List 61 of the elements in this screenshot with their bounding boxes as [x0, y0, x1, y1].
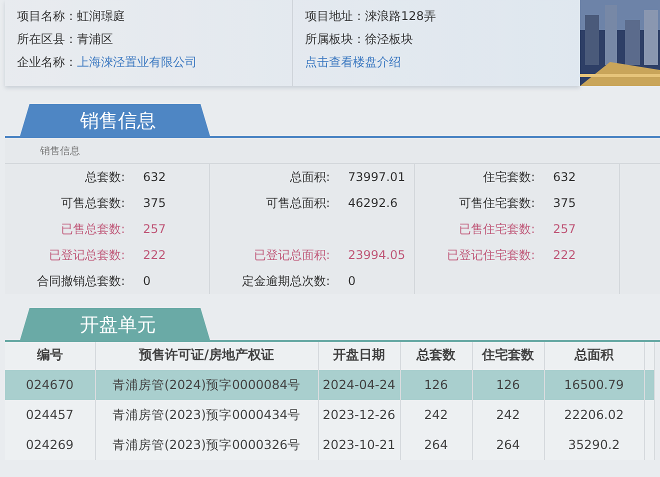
- table-cell: 青浦房管(2023)预字0000326号: [95, 430, 318, 460]
- table-cell: 16500.79: [544, 370, 644, 400]
- field-value: 0: [142, 273, 151, 290]
- field-value: 375: [552, 195, 576, 212]
- field-value: 222: [552, 247, 576, 264]
- field-label: 所在区县：: [17, 31, 77, 48]
- field-label: 总面积:: [288, 169, 331, 186]
- field-value: 222: [142, 247, 166, 264]
- table-cell: 126: [400, 370, 472, 400]
- table-cell: 264: [472, 430, 544, 460]
- field-label: 已登记住宅套数:: [446, 247, 536, 264]
- field-value: 23994.05: [347, 247, 406, 264]
- field-label: 企业名称：: [17, 54, 77, 71]
- table-cell: 2023-10-21: [318, 430, 400, 460]
- field-label: 已售总套数:: [60, 221, 126, 238]
- table-cell: 青浦房管(2024)预字0000084号: [95, 370, 318, 400]
- table-cell: 22206.02: [544, 400, 644, 430]
- table-row[interactable]: 024670 青浦房管(2024)预字0000084号 2024-04-24 126 126 16500.79: [5, 370, 654, 400]
- table-cell: 242: [400, 400, 472, 430]
- field-label: 合同撤销总套数:: [36, 273, 126, 290]
- field-value: 257: [142, 221, 166, 238]
- field-value: 632: [552, 169, 576, 186]
- field-value: 632: [142, 169, 166, 186]
- field-label: 总套数:: [84, 169, 126, 186]
- table-row[interactable]: 024457 青浦房管(2023)预字0000434号 2023-12-26 242 242 22206.02: [5, 400, 654, 430]
- field-value: 淶浪路128弄: [365, 8, 436, 25]
- field-value: 375: [142, 195, 166, 212]
- field-value: 46292.6: [347, 195, 398, 212]
- table-cell: 024457: [5, 400, 95, 430]
- link[interactable]: 上海淶泾置业有限公司: [77, 53, 197, 71]
- field-label: 所属板块：: [305, 31, 365, 48]
- table-cell: 2023-12-26: [318, 400, 400, 430]
- field-value: 73997.01: [347, 169, 406, 186]
- link[interactable]: 点击查看楼盘介绍: [305, 53, 401, 71]
- field-label: 已登记总面积:: [252, 247, 331, 264]
- section-tab[interactable]: 开盘单元: [20, 308, 210, 340]
- field-value: 虹润璟庭: [77, 8, 125, 25]
- field-value: 0: [347, 273, 356, 290]
- table-cell: 126: [472, 370, 544, 400]
- table-cell: 024269: [5, 430, 95, 460]
- table-cell: 青浦房管(2023)预字0000434号: [95, 400, 318, 430]
- field-value: 青浦区: [77, 31, 113, 48]
- field-label: 可售总套数:: [60, 195, 126, 212]
- table-row[interactable]: 024269 青浦房管(2023)预字0000326号 2023-10-21 264 264 35290.2: [5, 430, 654, 460]
- field-value: 257: [552, 221, 576, 238]
- field-label: 定金逾期总次数:: [240, 273, 331, 290]
- field-label: 已登记总套数:: [48, 247, 126, 264]
- table-cell: 264: [400, 430, 472, 460]
- table-cell: 2024-04-24: [318, 370, 400, 400]
- caption: 销售信息: [5, 138, 660, 164]
- field-label: 住宅套数:: [482, 169, 536, 186]
- table-cell: 024670: [5, 370, 95, 400]
- table-cell: 35290.2: [544, 430, 644, 460]
- field-value: 徐泾板块: [365, 31, 413, 48]
- section-tab[interactable]: 销售信息: [20, 104, 210, 136]
- table-cell: 242: [472, 400, 544, 430]
- field-label: 可售总面积:: [264, 195, 331, 212]
- field-label: 项目地址：: [305, 8, 365, 25]
- field-label: 项目名称：: [17, 8, 77, 25]
- field-label: 已售住宅套数:: [458, 221, 536, 238]
- field-label: 可售住宅套数:: [458, 195, 536, 212]
